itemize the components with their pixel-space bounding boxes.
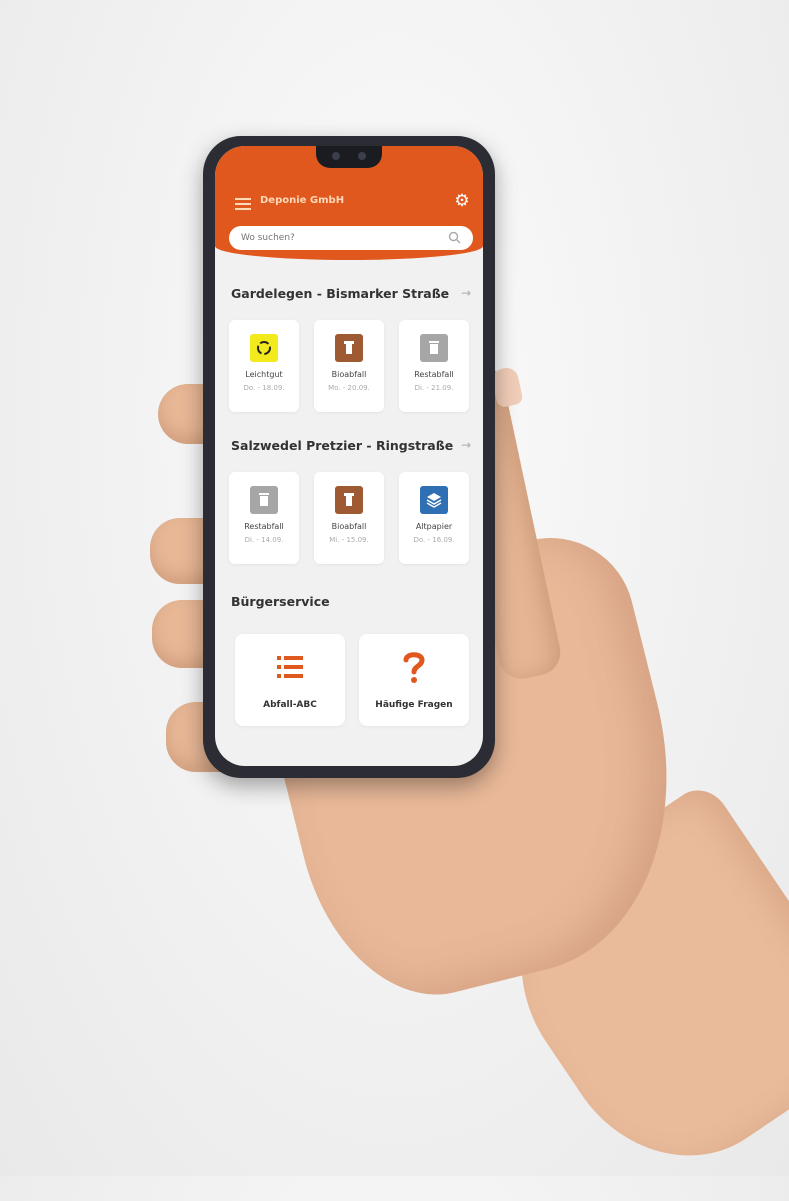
abfall-abc-tile[interactable]: Abfall-ABC [235,634,345,726]
tile-label: Häufige Fragen [375,700,453,710]
arrow-right-icon[interactable]: → [461,286,471,300]
waste-card[interactable]: Bioabfall Mi. - 15.09. [314,472,384,564]
trash-bin-icon [420,334,448,362]
waste-card[interactable]: Leichtgut Do. - 18.09. [229,320,299,412]
paper-stack-icon [420,486,448,514]
list-icon [277,656,303,678]
location-title[interactable]: Gardelegen - Bismarker Straße [231,286,449,301]
service-title: Bürgerservice [231,594,330,609]
question-icon [403,652,425,683]
search-input[interactable] [229,226,473,250]
waste-card[interactable]: Bioabfall Mo. - 20.09. [314,320,384,412]
waste-card[interactable]: Restabfall Di. - 14.09. [229,472,299,564]
waste-type-label: Restabfall [414,370,454,379]
waste-type-label: Bioabfall [331,370,367,379]
app-title: Deponie GmbH [260,195,345,206]
pickup-date: Do. - 16.09. [413,536,455,544]
location-title[interactable]: Salzwedel Pretzier - Ringstraße [231,438,453,453]
faq-tile[interactable]: Häufige Fragen [359,634,469,726]
arrow-right-icon[interactable]: → [461,438,471,452]
pickup-date: Mo. - 20.09. [328,384,370,392]
front-sensor [358,152,366,160]
tile-label: Abfall-ABC [263,700,317,710]
settings-gear-icon[interactable]: ⚙ [453,192,471,210]
phone-screen: Deponie GmbH ⚙ Gardelegen - Bismarker St… [215,146,483,766]
waste-card[interactable]: Restabfall Di. - 21.09. [399,320,469,412]
bio-bin-icon [335,486,363,514]
front-camera [332,152,340,160]
waste-type-label: Bioabfall [331,522,367,531]
waste-card[interactable]: Altpapier Do. - 16.09. [399,472,469,564]
pickup-date: Mi. - 15.09. [329,536,369,544]
phone-frame: Deponie GmbH ⚙ Gardelegen - Bismarker St… [203,136,495,778]
bio-bin-icon [335,334,363,362]
waste-type-label: Leichtgut [245,370,283,379]
search-icon[interactable] [447,230,463,246]
hamburger-menu-icon[interactable] [235,198,251,210]
camera-notch [316,146,382,168]
trash-bin-icon [250,486,278,514]
waste-type-label: Restabfall [244,522,284,531]
pickup-date: Do. - 18.09. [243,384,285,392]
pickup-date: Di. - 21.09. [414,384,454,392]
recycle-icon [250,334,278,362]
waste-type-label: Altpapier [415,522,453,531]
pickup-date: Di. - 14.09. [244,536,284,544]
